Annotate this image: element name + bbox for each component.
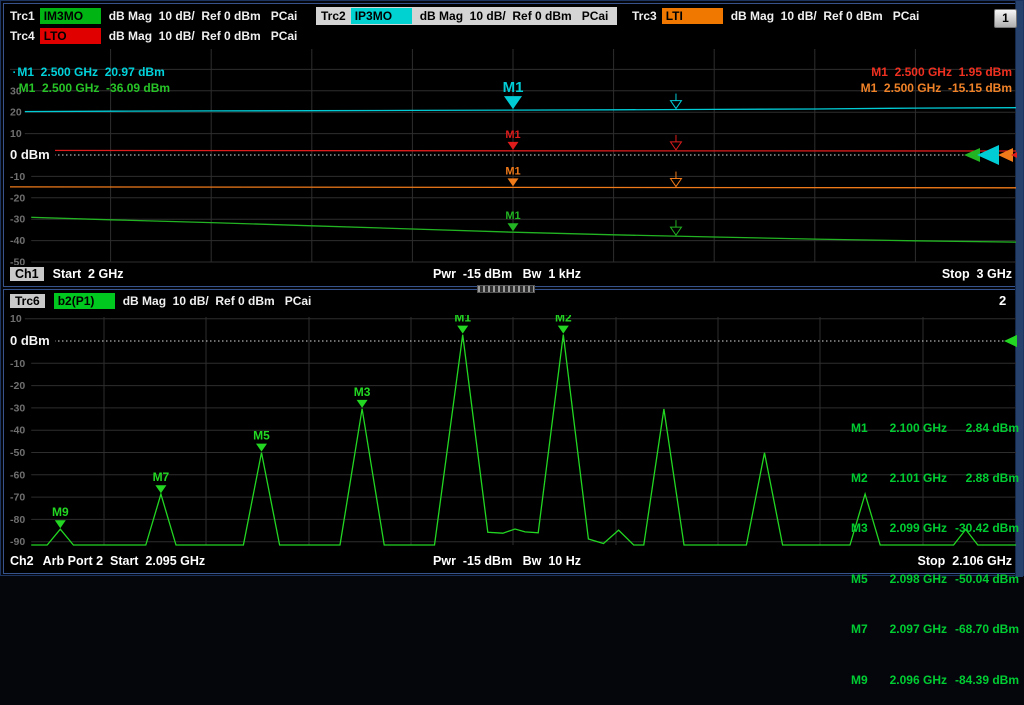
marker-label: M1 — [503, 79, 524, 96]
trace-name: Trc4 — [10, 29, 35, 43]
y-tick-label: -20 — [10, 380, 25, 392]
aux-marker-symbol — [670, 94, 681, 109]
marker-table-row: M72.097 GHz-68.70 dBm — [851, 621, 1019, 638]
trace-settings: dB Mag 10 dB/ Ref 0 dBm PCai — [109, 29, 298, 43]
marker-symbol — [256, 444, 267, 452]
ref-level-arrow — [998, 148, 1013, 162]
y-tick-label: -20 — [10, 192, 25, 204]
y-tick-label: -60 — [10, 469, 25, 481]
marker-table: M12.100 GHz2.84 dBm M22.101 GHz2.88 dBm … — [851, 386, 1019, 705]
aux-marker-symbol — [670, 220, 681, 235]
ref-level-arrow — [977, 145, 999, 165]
marker-symbol — [558, 326, 569, 334]
marker-label: M3 — [354, 385, 371, 399]
sweep-stop-label: Stop 2.106 GHz — [918, 554, 1012, 568]
trace-settings: dB Mag 10 dB/ Ref 0 dBm PCai — [123, 294, 312, 308]
marker-readout-lti: M1 2.500 GHz -15.15 dBm — [854, 67, 1012, 95]
marker-label: M1 — [505, 210, 520, 222]
ch1-footer-right: Stop 3 GHz — [942, 264, 1012, 284]
trace-header-trc4[interactable]: Trc4 LTO dB Mag 10 dB/ Ref 0 dBm PCai — [10, 27, 297, 45]
power-bandwidth-label: Pwr -15 dBm Bw 10 Hz — [433, 554, 581, 568]
marker-symbol — [504, 96, 522, 109]
ref-level-label: 0 dBm — [10, 147, 50, 162]
trace-trc4-lto — [10, 150, 1016, 151]
ch2-footer-right: Stop 2.106 GHz — [918, 551, 1012, 571]
marker-symbol — [357, 400, 368, 408]
y-tick-label: -30 — [10, 214, 25, 226]
trace-name: Trc2 — [321, 9, 346, 23]
y-tick-label: -30 — [10, 402, 25, 414]
y-tick-label: -10 — [10, 358, 25, 370]
window-1-number-button[interactable]: 1 — [994, 9, 1017, 28]
marker-symbol — [155, 485, 166, 493]
y-tick-label: -70 — [10, 492, 25, 504]
trace-meas-label: IP3MO — [351, 8, 412, 24]
y-tick-label: -90 — [10, 536, 25, 548]
marker-label: M5 — [253, 429, 270, 443]
trace-settings: dB Mag 10 dB/ Ref 0 dBm PCai — [731, 9, 920, 23]
trace-name: Trc1 — [10, 9, 35, 23]
y-tick-label: 10 — [10, 128, 22, 140]
window-2-number[interactable]: 2 — [999, 293, 1006, 308]
trace-name: Trc3 — [632, 9, 657, 23]
marker-table-row: M22.101 GHz2.88 dBm — [851, 470, 1019, 487]
trace-header-trc1[interactable]: Trc1 IM3MO dB Mag 10 dB/ Ref 0 dBm PCai — [10, 7, 297, 25]
y-tick-label: -80 — [10, 514, 25, 526]
marker-label: M1 — [505, 129, 520, 141]
y-tick-label: 20 — [10, 107, 22, 119]
trace-header-trc6[interactable]: Trc6 b2(P1) dB Mag 10 dB/ Ref 0 dBm PCai — [10, 292, 311, 310]
y-tick-label: -40 — [10, 235, 25, 247]
y-tick-label: 10 — [10, 315, 22, 325]
ch2-footer-center: Pwr -15 dBm Bw 10 Hz — [0, 551, 1014, 571]
trace-header-trc3[interactable]: Trc3 LTI dB Mag 10 dB/ Ref 0 dBm PCai — [632, 7, 919, 25]
trace-settings: dB Mag 10 dB/ Ref 0 dBm PCai — [420, 9, 609, 23]
marker-label: M1 — [454, 315, 471, 325]
sweep-stop-label: Stop 3 GHz — [942, 267, 1012, 281]
marker-label: M2 — [555, 315, 572, 325]
trace-meas-label: IM3MO — [40, 8, 101, 24]
marker-symbol — [508, 142, 519, 150]
marker-symbol — [508, 223, 519, 231]
marker-table-row: M32.099 GHz-30.42 dBm — [851, 520, 1019, 537]
aux-marker-symbol — [670, 135, 681, 150]
y-tick-label: -40 — [10, 425, 25, 437]
ref-level-arrow — [1004, 334, 1017, 348]
marker-table-row: M52.098 GHz-50.04 dBm — [851, 571, 1019, 588]
marker-label: M7 — [153, 470, 170, 484]
marker-table-row: M92.096 GHz-84.39 dBm — [851, 672, 1019, 689]
marker-label: M1 — [505, 165, 520, 177]
ch1-footer-center: Pwr -15 dBm Bw 1 kHz — [0, 264, 1014, 284]
trace-header-trc2-selected[interactable]: Trc2 IP3MO dB Mag 10 dB/ Ref 0 dBm PCai — [316, 7, 617, 25]
power-bandwidth-label: Pwr -15 dBm Bw 1 kHz — [433, 267, 581, 281]
y-tick-label: -50 — [10, 447, 25, 459]
trace-trc3-lti — [10, 187, 1016, 188]
marker-symbol — [55, 520, 66, 528]
trace-name: Trc6 — [10, 294, 45, 308]
marker-readout-im3mo: M1 2.500 GHz -36.09 dBm — [12, 67, 170, 95]
ref-level-label: 0 dBm — [10, 333, 50, 348]
y-tick-label: -10 — [10, 171, 25, 183]
marker-table-row: M12.100 GHz2.84 dBm — [851, 420, 1019, 437]
window-splitter-grip[interactable] — [477, 285, 535, 293]
marker-symbol — [457, 326, 468, 334]
trace-meas-label: b2(P1) — [54, 293, 115, 309]
marker-label: M9 — [52, 505, 69, 519]
trace-meas-label: LTI — [662, 8, 723, 24]
aux-marker-symbol — [670, 172, 681, 187]
trace-meas-label: LTO — [40, 28, 101, 44]
trace-settings: dB Mag 10 dB/ Ref 0 dBm PCai — [109, 9, 298, 23]
marker-symbol — [508, 178, 519, 186]
